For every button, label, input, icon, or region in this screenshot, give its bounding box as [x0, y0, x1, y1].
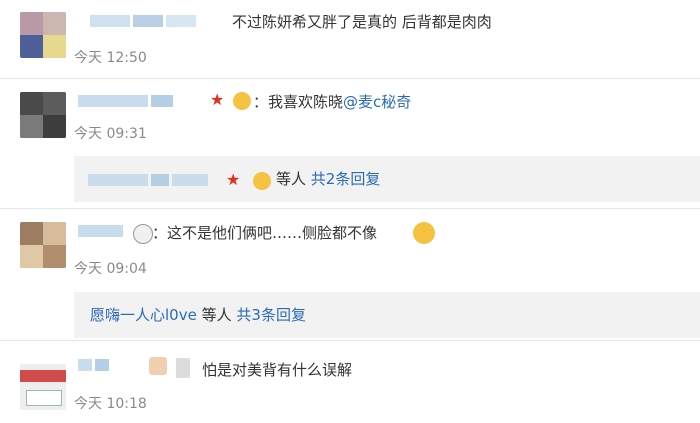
- thinking-emoji-icon: [413, 222, 435, 244]
- reply-count-link[interactable]: 共3条回复: [236, 306, 306, 324]
- emoji-face-icon: [149, 357, 167, 375]
- username-blurred[interactable]: [78, 95, 176, 107]
- reply-suffix: 等人: [201, 306, 232, 324]
- blur-block: [176, 358, 190, 378]
- avatar[interactable]: [20, 12, 66, 58]
- comment-item: ★ ：我喜欢陈晓@麦c秘奇 今天 09:31 ★ 等人 共2条回复: [0, 80, 700, 210]
- timestamp: 今天 09:04: [74, 261, 147, 277]
- username-blurred[interactable]: [90, 15, 199, 27]
- avatar[interactable]: [20, 92, 66, 138]
- reply-user-link[interactable]: 愿嗨一人心l0ve: [90, 306, 197, 324]
- comment-text: 不过陈妍希又胖了是真的 后背都是肉肉: [232, 13, 492, 31]
- divider: [0, 208, 700, 209]
- comment-text-prefix: ：我喜欢陈晓: [253, 93, 344, 111]
- emoji-face-icon: [233, 92, 251, 110]
- avatar[interactable]: [20, 364, 66, 410]
- timestamp: 今天 12:50: [74, 50, 147, 66]
- divider: [0, 78, 700, 79]
- emoji-face-icon: [253, 172, 271, 190]
- comment-item: 怕是对美背有什么误解 今天 10:18: [0, 342, 700, 423]
- comment-text: 怕是对美背有什么误解: [202, 361, 353, 379]
- timestamp: 今天 10:18: [74, 396, 147, 412]
- avatar[interactable]: [20, 222, 66, 268]
- timestamp: 今天 09:31: [74, 126, 147, 142]
- reply-suffix: 等人: [276, 170, 307, 188]
- star-badge-icon: ★: [226, 170, 241, 189]
- star-badge-icon: ★: [210, 90, 225, 109]
- reply-username-blurred[interactable]: [88, 174, 211, 186]
- username-blurred[interactable]: [78, 359, 112, 371]
- reply-line: 愿嗨一人心l0ve 等人 共3条回复: [90, 306, 306, 324]
- comment-text: ：我喜欢陈晓@麦c秘奇: [253, 93, 411, 111]
- comment-item: ：这不是他们俩吧……侧脸都不像 今天 09:04 愿嗨一人心l0ve 等人 共3…: [0, 210, 700, 342]
- username-blurred[interactable]: [78, 225, 126, 237]
- reply-line: 等人 共2条回复: [276, 170, 380, 188]
- reply-summary-box[interactable]: ★ 等人 共2条回复: [74, 156, 700, 202]
- comment-item: 不过陈妍希又胖了是真的 后背都是肉肉 今天 12:50: [0, 0, 700, 80]
- reply-summary-box[interactable]: 愿嗨一人心l0ve 等人 共3条回复: [74, 292, 700, 338]
- divider: [0, 340, 700, 341]
- comment-text: ：这不是他们俩吧……侧脸都不像: [152, 224, 378, 242]
- reply-count-link[interactable]: 共2条回复: [311, 170, 381, 188]
- panda-emoji-icon: [133, 224, 153, 244]
- mention-link[interactable]: @麦c秘奇: [343, 93, 411, 111]
